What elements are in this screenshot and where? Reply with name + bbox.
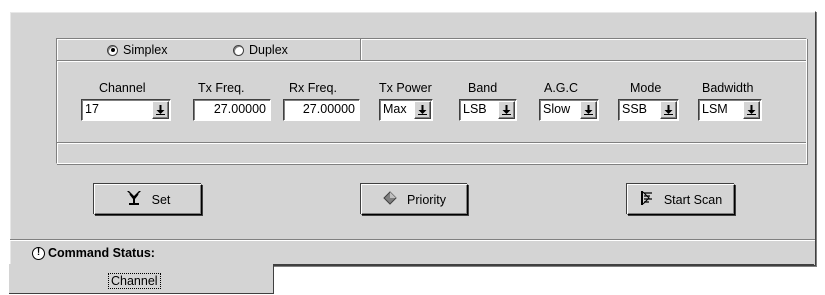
agc-label: A.G.C (544, 81, 579, 95)
tab-bar: Channel (9, 264, 274, 295)
command-status-label: Command Status: (48, 246, 155, 260)
command-status: ! Command Status: (32, 245, 158, 261)
radio-strip-divider (57, 60, 806, 62)
tab-channel[interactable]: Channel (9, 264, 274, 294)
rx-freq-input[interactable]: 27.00000 (283, 99, 360, 121)
diamond-icon (383, 191, 397, 208)
down-arrow-icon[interactable] (660, 101, 677, 119)
exclamation-icon: ! (32, 246, 45, 260)
group-divider (57, 142, 806, 144)
priority-button[interactable]: Priority (361, 184, 468, 215)
tx-freq-label: Tx Freq. (198, 81, 245, 95)
channel-settings-group: Simplex Duplex Channel Tx Freq. Rx Freq.… (56, 38, 807, 164)
channel-select[interactable]: 17 (81, 99, 171, 121)
channel-label: Channel (99, 81, 146, 95)
mode-label: Mode (630, 81, 662, 95)
simplex-radio[interactable]: Simplex (107, 42, 167, 58)
tx-power-select[interactable]: Max (379, 99, 433, 121)
down-arrow-icon[interactable] (743, 101, 760, 119)
mode-select[interactable]: SSB (618, 99, 679, 121)
start-scan-button[interactable]: Start Scan (627, 184, 735, 215)
antenna-icon (126, 190, 142, 209)
band-select[interactable]: LSB (459, 99, 517, 121)
simplex-label: Simplex (123, 43, 168, 57)
down-arrow-icon[interactable] (414, 101, 431, 119)
priority-button-label: Priority (407, 192, 446, 207)
down-arrow-icon[interactable] (580, 101, 597, 119)
tx-power-label: Tx Power (379, 81, 432, 95)
tab-channel-label: Channel (108, 273, 161, 289)
duplex-radio[interactable]: Duplex (233, 42, 288, 58)
set-button-label: Set (151, 192, 171, 207)
start-scan-button-label: Start Scan (663, 192, 723, 207)
down-arrow-icon[interactable] (498, 101, 515, 119)
channel-panel: Simplex Duplex Channel Tx Freq. Rx Freq.… (9, 11, 816, 266)
agc-select[interactable]: Slow (539, 99, 599, 121)
tab-baseline (274, 264, 814, 265)
down-arrow-icon[interactable] (152, 101, 169, 119)
bandwidth-select[interactable]: LSM (698, 99, 762, 121)
bandwidth-label: Badwidth (702, 81, 754, 95)
rx-freq-label: Rx Freq. (289, 81, 337, 95)
radio-selected-icon (107, 44, 118, 56)
radio-unselected-icon (233, 44, 244, 56)
duplex-label: Duplex (249, 43, 288, 57)
rx-freq-value: 27.00000 (302, 102, 355, 116)
tx-freq-value: 27.00000 (213, 102, 266, 116)
link-mode-strip (57, 39, 361, 60)
set-button[interactable]: Set (94, 184, 202, 215)
band-label: Band (468, 81, 498, 95)
scan-icon (640, 190, 654, 209)
tx-freq-input[interactable]: 27.00000 (193, 99, 271, 121)
status-divider (10, 239, 815, 241)
